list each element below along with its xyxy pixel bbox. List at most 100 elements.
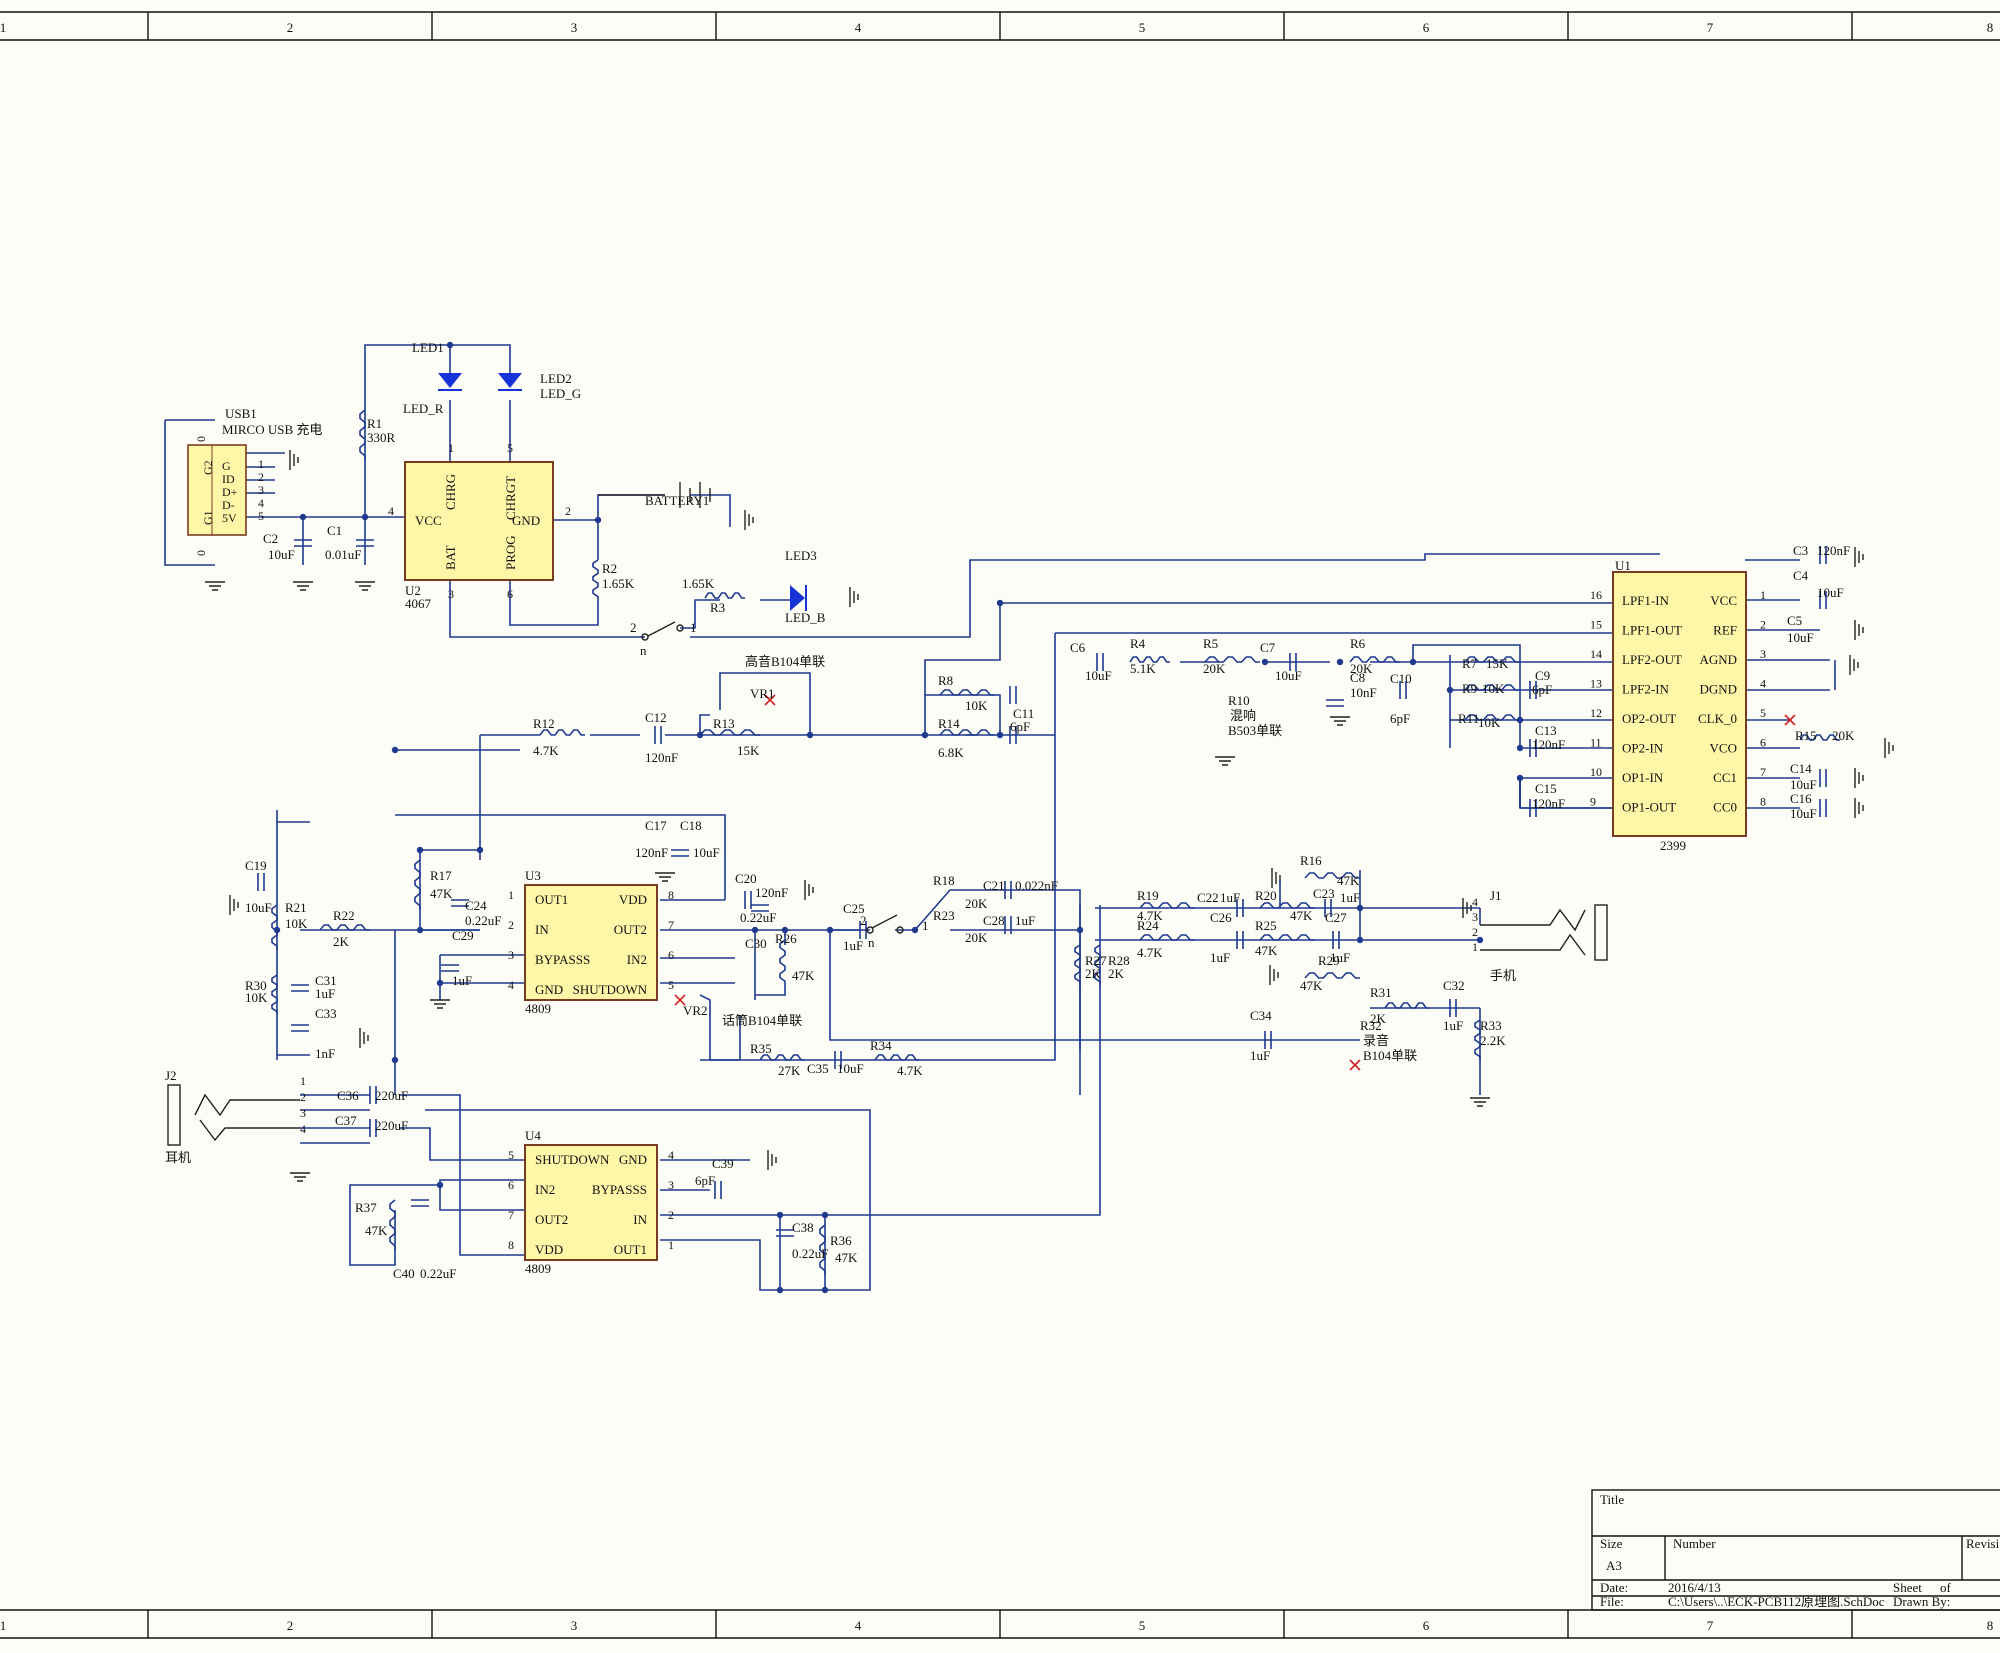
label-reverb: 混响 [1230, 708, 1256, 723]
j2-pin-number: 3 [300, 1106, 306, 1120]
label-sw2b: 1 [922, 918, 929, 933]
label-c12v: 120nF [645, 750, 678, 765]
label-c37: C37 [335, 1113, 357, 1128]
junction-dot [776, 1211, 784, 1219]
number-label: Number [1673, 1536, 1716, 1551]
u1-pin-right: CC0 [1713, 800, 1737, 815]
u1-pin-right: DGND [1699, 682, 1737, 697]
schematic-sheet: 1122334455667788 Title Size A3 Number Re… [0, 11, 2000, 1639]
u3-pin-number: 6 [668, 948, 674, 962]
label-r6: R6 [1350, 636, 1366, 651]
junction-dot [1076, 926, 1084, 934]
usb-shell-label: 0 [194, 436, 208, 442]
label-c40: C40 [393, 1266, 415, 1281]
label-r34v: 4.7K [897, 1063, 923, 1078]
u1-pin-number: 6 [1760, 736, 1766, 750]
jack-j2-symbol [167, 1084, 300, 1146]
label-r37: R37 [355, 1200, 377, 1215]
ic-u1 [1612, 571, 1747, 837]
junction-dot [826, 926, 834, 934]
usb-pin-number: 2 [258, 470, 264, 484]
ground-icon [430, 999, 450, 1009]
label-c37v: 220uF [375, 1118, 408, 1133]
junction-dot [476, 846, 484, 854]
u3-pin-left: IN [535, 922, 549, 937]
u4-pin-left: OUT2 [535, 1212, 568, 1227]
junction-dot [1356, 904, 1364, 912]
u4-pin-number: 8 [508, 1238, 514, 1252]
usb-pin-name: D+ [222, 485, 238, 499]
label-c30: C30 [745, 936, 767, 951]
label-c1v: 0.01uF [325, 547, 361, 562]
junction-dot [806, 731, 814, 739]
u1-pin-left: OP1-OUT [1622, 800, 1676, 815]
label-c3: C3 [1793, 543, 1808, 558]
label-c39v: 6pF [695, 1173, 715, 1188]
u3-part: 4809 [525, 1001, 551, 1016]
u1-pin-number: 12 [1590, 706, 1602, 720]
u1-pin-number: 2 [1760, 618, 1766, 632]
label-sw1b: 1 [690, 620, 697, 635]
label-c4v: 10uF [1817, 585, 1844, 600]
label-r8v: 10K [965, 698, 988, 713]
label-c6: C6 [1070, 640, 1086, 655]
u4-pin-right: GND [619, 1152, 647, 1167]
column-number-top: 7 [1707, 20, 1714, 35]
label-r32: R32 [1360, 1018, 1382, 1033]
label-c20b: 0.22uF [740, 910, 776, 925]
label-c4: C4 [1793, 568, 1809, 583]
u3-pin-left: BYPASSS [535, 952, 590, 967]
column-number-top: 6 [1423, 20, 1430, 35]
u1-pin-number: 9 [1590, 795, 1596, 809]
label-mic: 话筒B104单联 [722, 1013, 802, 1028]
u1-pin-left: LPF2-OUT [1622, 652, 1682, 667]
junction-dot [446, 341, 454, 349]
u3-pin-right: OUT2 [614, 922, 647, 937]
label-c28: C28 [983, 913, 1005, 928]
label-c29: C29 [452, 928, 474, 943]
u1-pin-right: REF [1713, 623, 1737, 638]
file-value: C:\Users\..\ECK-PCB112原理图.SchDoc [1668, 1594, 1885, 1609]
label-led3: LED3 [785, 548, 817, 563]
u3-ref: U3 [525, 868, 541, 883]
label-r33: R33 [1480, 1018, 1502, 1033]
junction-dot [821, 1286, 829, 1294]
label-r23v: 20K [965, 930, 988, 945]
label-r15: R15 [1795, 728, 1817, 743]
junction-dot [1516, 744, 1524, 752]
label-r5v: 20K [1203, 661, 1226, 676]
j1-pin-number: 2 [1472, 925, 1478, 939]
label-r14v: 6.8K [938, 745, 964, 760]
label-r13: R13 [713, 716, 735, 731]
label-r12v: 4.7K [533, 743, 559, 758]
ground-icon [767, 1150, 777, 1170]
u4-pin-number: 2 [668, 1208, 674, 1222]
u1-pin-right: CC1 [1713, 770, 1737, 785]
ground-icon [355, 581, 375, 591]
u1-pin-right: VCC [1710, 593, 1737, 608]
u4-pin-left: SHUTDOWN [535, 1152, 610, 1167]
label-c18: C18 [680, 818, 702, 833]
label-vr1: VR1 [750, 686, 775, 701]
label-r25: R25 [1255, 918, 1277, 933]
ground-icon [1884, 738, 1894, 758]
u4-ref: U4 [525, 1128, 541, 1143]
label-c29v: 1uF [452, 973, 472, 988]
label-c31v: 1uF [315, 986, 335, 1001]
junction-dot [1409, 658, 1417, 666]
ground-icon [849, 587, 859, 607]
j2-pin-number: 1 [300, 1074, 306, 1088]
of-label: of [1940, 1580, 1952, 1595]
label-c38: C38 [792, 1220, 814, 1235]
junction-dot [416, 846, 424, 854]
ground-icon [1215, 756, 1235, 766]
usb-pin-name: ID [222, 472, 235, 486]
label-r36v: 47K [835, 1250, 858, 1265]
size-value: A3 [1606, 1558, 1622, 1573]
label-r29v: 47K [1300, 978, 1323, 993]
junction-dot [1516, 774, 1524, 782]
u1-pin-right: AGND [1699, 652, 1737, 667]
label-c16: C16 [1790, 791, 1812, 806]
u4-pin-number: 4 [668, 1148, 674, 1162]
junction-dot [776, 1286, 784, 1294]
